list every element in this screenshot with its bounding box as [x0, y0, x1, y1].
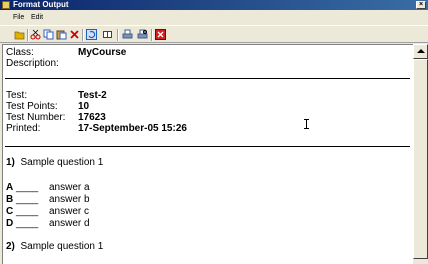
cut-icon[interactable]: [30, 29, 41, 40]
menu-bar: File Edit: [0, 11, 428, 24]
vertical-scrollbar[interactable]: [413, 44, 428, 263]
question-text: Sample question 1: [20, 241, 104, 252]
scroll-thumb[interactable]: [413, 59, 428, 259]
divider: [5, 146, 410, 147]
menu-edit[interactable]: Edit: [31, 11, 43, 24]
answer-blank: ____: [16, 182, 39, 193]
close-button[interactable]: ×: [416, 1, 426, 9]
delete-icon[interactable]: [69, 29, 80, 40]
test-label: Test:: [6, 90, 28, 101]
answer-text: answer a: [49, 182, 90, 193]
divider: [5, 78, 410, 79]
answer-blank: ____: [16, 218, 39, 229]
answer-text: answer c: [49, 206, 90, 217]
answer-letter: B: [6, 194, 14, 205]
question-number: 2): [6, 241, 15, 252]
answer-letter: C: [6, 206, 14, 217]
test-number-value: 17623: [78, 112, 106, 123]
exit-icon[interactable]: [155, 29, 166, 40]
print-icon[interactable]: [122, 29, 133, 40]
toolbar-separator: [82, 29, 84, 41]
window-title: Format Output: [13, 0, 69, 9]
copy-icon[interactable]: [43, 29, 54, 40]
question-1: 1) Sample question 1: [6, 157, 103, 168]
scroll-up-button[interactable]: [413, 44, 428, 59]
class-value: MyCourse: [78, 47, 127, 58]
answer-text: answer d: [49, 218, 90, 229]
menu-file[interactable]: File: [13, 11, 24, 24]
output-document[interactable]: Class: MyCourse Description: Test: Test-…: [2, 44, 413, 264]
toolbar: [0, 25, 428, 43]
answer-blank: ____: [16, 194, 39, 205]
open-icon[interactable]: [14, 29, 25, 40]
printed-label: Printed:: [6, 123, 41, 134]
test-number-label: Test Number:: [6, 112, 66, 123]
paste-icon[interactable]: [56, 29, 67, 40]
app-icon: [2, 1, 10, 9]
class-label: Class:: [6, 47, 34, 58]
question-2: 2) Sample question 1: [6, 241, 103, 252]
text-cursor-icon: [304, 119, 309, 129]
toolbar-separator: [27, 29, 29, 41]
points-label: Test Points:: [6, 101, 58, 112]
book-icon[interactable]: [102, 29, 113, 40]
question-text: Sample question 1: [20, 157, 104, 168]
toolbar-separator: [117, 29, 119, 41]
print-preview-icon[interactable]: [137, 29, 148, 40]
toolbar-separator: [151, 29, 153, 41]
answer-letter: D: [6, 218, 14, 229]
answer-text: answer b: [49, 194, 90, 205]
answer-blank: ____: [16, 206, 39, 217]
refresh-icon[interactable]: [86, 29, 97, 40]
answer-letter: A: [6, 182, 14, 193]
format-output-window: Format Output × File Edit Class: MyCours…: [0, 0, 428, 264]
description-label: Description:: [6, 58, 59, 69]
title-bar[interactable]: Format Output ×: [0, 0, 428, 10]
question-number: 1): [6, 157, 15, 168]
points-value: 10: [78, 101, 90, 112]
printed-value: 17-September-05 15:26: [78, 123, 187, 134]
test-value: Test-2: [78, 90, 107, 101]
